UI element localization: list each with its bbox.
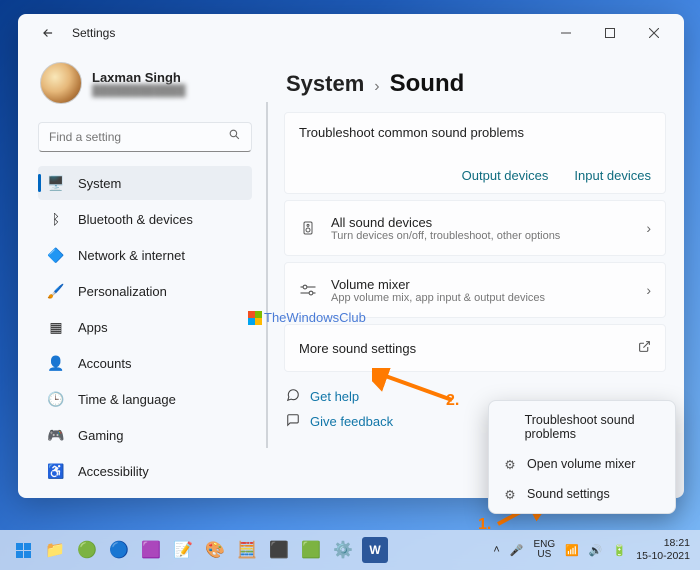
feedback-icon bbox=[286, 413, 300, 430]
language-indicator[interactable]: ENGUS bbox=[534, 540, 556, 560]
ctx-sound-settings[interactable]: ⚙ Sound settings bbox=[493, 479, 671, 509]
sidebar-item-bluetooth[interactable]: ᛒ Bluetooth & devices bbox=[38, 202, 252, 236]
notepad-icon[interactable]: 📝 bbox=[170, 537, 196, 563]
chevron-right-icon: › bbox=[374, 78, 379, 96]
sidebar-item-label: Network & internet bbox=[78, 248, 185, 263]
wifi-icon[interactable]: 📶 bbox=[565, 544, 579, 557]
accessibility-icon: ♿ bbox=[48, 463, 64, 479]
search-input[interactable] bbox=[49, 130, 228, 144]
sidebar-item-accounts[interactable]: 👤 Accounts bbox=[38, 346, 252, 380]
sidebar-item-label: Bluetooth & devices bbox=[78, 212, 193, 227]
clock[interactable]: 18:2115-10-2021 bbox=[636, 537, 690, 562]
calculator-icon[interactable]: 🧮 bbox=[234, 537, 260, 563]
sidebar-item-accessibility[interactable]: ♿ Accessibility bbox=[38, 454, 252, 488]
more-sound-settings-row[interactable]: More sound settings bbox=[284, 324, 666, 372]
time-language-icon: 🕒 bbox=[48, 391, 64, 407]
all-sound-devices-row[interactable]: All sound devices Turn devices on/off, t… bbox=[284, 200, 666, 256]
bluetooth-icon: ᛒ bbox=[48, 211, 64, 227]
row-title: More sound settings bbox=[299, 341, 624, 356]
ctx-item-label: Sound settings bbox=[527, 487, 610, 501]
profile[interactable]: Laxman Singh ████████████ bbox=[38, 58, 252, 116]
nav: 🖥️ System ᛒ Bluetooth & devices 🔷 Network & i… bbox=[38, 166, 252, 488]
apps-icon: ▦ bbox=[48, 319, 64, 335]
minimize-button[interactable] bbox=[544, 18, 588, 48]
taskbar: 📁 🟢 🔵 🟪 📝 🎨 🧮 ⬛ 🟩 ⚙️ W ˄ 🎤 ENGUS 📶 🔊 🔋 1… bbox=[0, 530, 700, 570]
sidebar-item-system[interactable]: 🖥️ System bbox=[38, 166, 252, 200]
mixer-icon bbox=[299, 283, 317, 297]
ctx-item-label: Troubleshoot sound problems bbox=[525, 413, 661, 441]
gear-icon: ⚙ bbox=[503, 487, 517, 501]
gear-icon bbox=[503, 420, 515, 434]
word-icon[interactable]: W bbox=[362, 537, 388, 563]
chrome-icon[interactable]: 🔵 bbox=[106, 537, 132, 563]
system-tray: ˄ 🎤 ENGUS 📶 🔊 🔋 18:2115-10-2021 bbox=[493, 537, 690, 562]
sidebar-item-personalization[interactable]: 🖌️ Personalization bbox=[38, 274, 252, 308]
speaker-icon bbox=[299, 220, 317, 236]
chevron-right-icon: › bbox=[646, 282, 651, 298]
sidebar-item-label: Accessibility bbox=[78, 464, 149, 479]
app-icon[interactable]: 🟪 bbox=[138, 537, 164, 563]
sidebar-item-time-language[interactable]: 🕒 Time & language bbox=[38, 382, 252, 416]
troubleshoot-title: Troubleshoot common sound problems bbox=[299, 125, 651, 140]
system-icon: 🖥️ bbox=[48, 175, 64, 191]
settings-icon[interactable]: ⚙️ bbox=[330, 537, 356, 563]
row-subtitle: Turn devices on/off, troubleshoot, other… bbox=[331, 230, 632, 242]
avatar bbox=[40, 62, 82, 104]
edge-icon[interactable]: 🟢 bbox=[74, 537, 100, 563]
input-devices-link[interactable]: Input devices bbox=[574, 168, 651, 183]
titlebar: Settings bbox=[18, 14, 684, 52]
maximize-button[interactable] bbox=[588, 18, 632, 48]
paint-icon[interactable]: 🎨 bbox=[202, 537, 228, 563]
tray-context-menu: Troubleshoot sound problems ⚙ Open volume … bbox=[488, 400, 676, 514]
network-icon: 🔷 bbox=[48, 247, 64, 263]
taskbar-left: 📁 🟢 🔵 🟪 📝 🎨 🧮 ⬛ 🟩 ⚙️ W bbox=[10, 537, 388, 563]
battery-icon[interactable]: 🔋 bbox=[613, 544, 627, 557]
tray-overflow-icon[interactable]: ˄ bbox=[493, 544, 499, 556]
search-box[interactable] bbox=[38, 122, 252, 152]
sidebar-item-network[interactable]: 🔷 Network & internet bbox=[38, 238, 252, 272]
breadcrumb-parent[interactable]: System bbox=[286, 71, 364, 97]
breadcrumb: System › Sound bbox=[284, 60, 666, 112]
sidebar-item-gaming[interactable]: 🎮 Gaming bbox=[38, 418, 252, 452]
row-title: Volume mixer bbox=[331, 277, 632, 292]
close-button[interactable] bbox=[632, 18, 676, 48]
ctx-open-mixer[interactable]: ⚙ Open volume mixer bbox=[493, 449, 671, 479]
app-icon-3[interactable]: 🟩 bbox=[298, 537, 324, 563]
sidebar-item-label: Gaming bbox=[78, 428, 124, 443]
row-subtitle: App volume mix, app input & output devic… bbox=[331, 292, 632, 304]
profile-email: ████████████ bbox=[92, 85, 186, 97]
search-icon bbox=[228, 128, 241, 146]
ctx-troubleshoot[interactable]: Troubleshoot sound problems bbox=[493, 405, 671, 449]
file-explorer-icon[interactable]: 📁 bbox=[42, 537, 68, 563]
sidebar-item-label: Accounts bbox=[78, 356, 131, 371]
ctx-item-label: Open volume mixer bbox=[527, 457, 635, 471]
start-button[interactable] bbox=[10, 537, 36, 563]
window-controls bbox=[544, 18, 676, 48]
accounts-icon: 👤 bbox=[48, 355, 64, 371]
volume-icon[interactable]: 🔊 bbox=[589, 544, 603, 557]
gear-icon: ⚙ bbox=[503, 457, 517, 471]
external-link-icon bbox=[638, 340, 651, 356]
troubleshoot-card: Troubleshoot common sound problems Outpu… bbox=[284, 112, 666, 194]
sidebar: Laxman Singh ████████████ 🖥️ System ᛒ Bluet… bbox=[18, 52, 266, 498]
sidebar-item-apps[interactable]: ▦ Apps bbox=[38, 310, 252, 344]
volume-mixer-row[interactable]: Volume mixer App volume mix, app input &… bbox=[284, 262, 666, 318]
sidebar-item-label: Time & language bbox=[78, 392, 176, 407]
gaming-icon: 🎮 bbox=[48, 427, 64, 443]
help-icon bbox=[286, 388, 300, 405]
app-icon-2[interactable]: ⬛ bbox=[266, 537, 292, 563]
row-title: All sound devices bbox=[331, 215, 632, 230]
sidebar-item-label: System bbox=[78, 176, 121, 191]
sidebar-item-label: Personalization bbox=[78, 284, 167, 299]
personalization-icon: 🖌️ bbox=[48, 283, 64, 299]
breadcrumb-current: Sound bbox=[390, 70, 465, 98]
back-button[interactable] bbox=[36, 21, 60, 45]
window-title: Settings bbox=[72, 26, 115, 40]
chevron-right-icon: › bbox=[646, 220, 651, 236]
profile-name: Laxman Singh bbox=[92, 70, 186, 85]
output-devices-link[interactable]: Output devices bbox=[462, 168, 549, 183]
mic-icon[interactable]: 🎤 bbox=[510, 544, 524, 557]
sidebar-item-label: Apps bbox=[78, 320, 108, 335]
